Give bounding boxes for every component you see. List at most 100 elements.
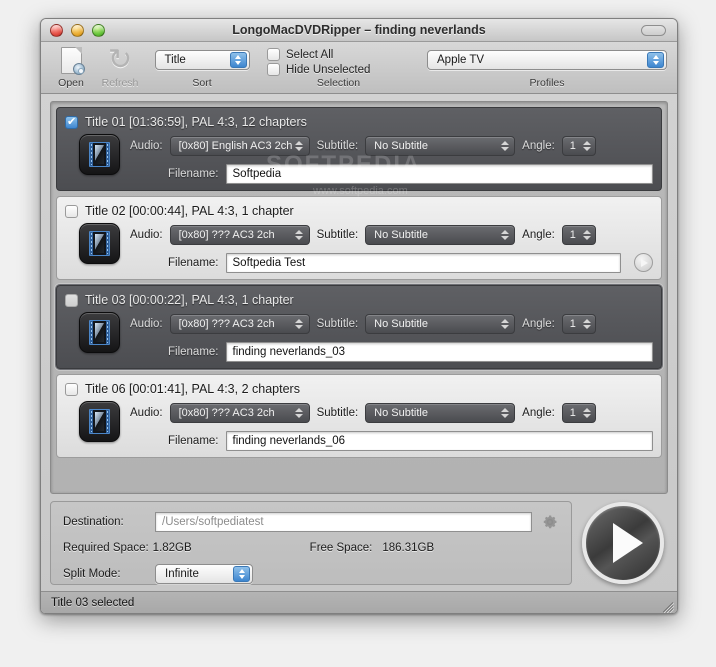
angle-select[interactable]: 1 — [561, 135, 596, 156]
chevron-updown-icon — [233, 566, 250, 582]
subtitle-label: Subtitle: — [316, 139, 359, 152]
angle-select[interactable]: 1 — [561, 224, 596, 245]
title-checkbox[interactable] — [65, 293, 78, 307]
filename-label: Filename: — [168, 434, 219, 447]
space-row: Required Space: 1.82GB Free Space: 186.3… — [63, 538, 559, 558]
title-checkbox[interactable] — [65, 382, 78, 396]
chevron-updown-icon — [295, 140, 304, 152]
filename-label: Filename: — [168, 345, 219, 358]
destination-input[interactable]: /Users/softpediatest — [155, 512, 532, 532]
title-checkbox[interactable] — [65, 204, 78, 218]
filename-input[interactable]: Softpedia — [225, 163, 653, 184]
audio-track-value: [0x80] English AC3 2ch — [178, 139, 293, 152]
film-strip-icon — [79, 401, 120, 442]
title-checkbox[interactable] — [65, 115, 78, 129]
angle-value: 1 — [569, 317, 576, 330]
table-row[interactable]: Title 01 [01:36:59], PAL 4:3, 12 chapter… — [56, 107, 662, 191]
angle-label: Angle: — [522, 317, 555, 330]
required-space-value: 1.82GB — [152, 542, 192, 554]
open-button[interactable]: Open — [49, 44, 93, 89]
title-row-body: Audio: [0x80] ??? AC3 2ch Subtitle: No S… — [65, 401, 653, 452]
hide-unselected-label: Hide Unselected — [286, 63, 371, 76]
split-mode-select[interactable]: Infinite — [155, 564, 253, 584]
angle-select[interactable]: 1 — [561, 313, 596, 334]
title-heading: Title 06 [00:01:41], PAL 4:3, 2 chapters — [85, 382, 300, 396]
angle-select[interactable]: 1 — [561, 402, 596, 423]
subtitle-value: No Subtitle — [374, 406, 428, 419]
chevron-updown-icon — [583, 318, 592, 330]
subtitle-label: Subtitle: — [316, 406, 359, 419]
filename-input[interactable]: finding neverlands_06 — [225, 430, 653, 451]
filename-label: Filename: — [168, 167, 219, 180]
open-button-label: Open — [58, 77, 84, 89]
audio-track-select[interactable]: [0x80] ??? AC3 2ch — [169, 224, 310, 245]
subtitle-select[interactable]: No Subtitle — [365, 135, 516, 156]
preview-play-button[interactable] — [634, 253, 653, 272]
split-mode-label: Split Mode: — [63, 568, 121, 580]
audio-track-value: [0x80] ??? AC3 2ch — [178, 317, 275, 330]
profile-select-value: Apple TV — [437, 54, 485, 66]
gear-icon[interactable] — [541, 513, 559, 531]
refresh-button[interactable]: ↻ Refresh — [93, 44, 147, 89]
resize-grip[interactable] — [660, 597, 674, 613]
title-row-body: Audio: [0x80] ??? AC3 2ch Subtitle: No S… — [65, 312, 653, 363]
filename-input[interactable]: finding neverlands_03 — [225, 341, 653, 362]
title-bar: LongoMacDVDRipper – finding neverlands — [41, 19, 677, 42]
profiles-group: Apple TV Profiles — [423, 44, 671, 89]
subtitle-select[interactable]: No Subtitle — [365, 402, 516, 423]
film-strip-icon — [79, 134, 120, 175]
audio-track-select[interactable]: [0x80] ??? AC3 2ch — [169, 313, 310, 334]
chevron-updown-icon — [500, 229, 509, 241]
free-space-label: Free Space: — [309, 542, 373, 554]
table-row[interactable]: Title 03 [00:00:22], PAL 4:3, 1 chapter … — [56, 285, 662, 369]
subtitle-label: Subtitle: — [316, 317, 359, 330]
split-mode-row: Split Mode: Infinite — [63, 564, 559, 584]
profiles-caption: Profiles — [529, 77, 565, 89]
title-row-body: Audio: [0x80] English AC3 2ch Subtitle: … — [65, 134, 653, 185]
status-text: Title 03 selected — [51, 596, 135, 609]
required-space-label: Required Space: — [63, 542, 149, 554]
open-document-disc-icon — [49, 44, 93, 76]
play-icon — [613, 523, 643, 563]
title-row-header: Title 02 [00:00:44], PAL 4:3, 1 chapter — [65, 203, 653, 219]
refresh-icon: ↻ — [107, 43, 133, 76]
destination-label: Destination: — [63, 516, 124, 528]
subtitle-value: No Subtitle — [374, 139, 428, 152]
title-row-header: Title 06 [00:01:41], PAL 4:3, 2 chapters — [65, 381, 653, 397]
toolbar: Open ↻ Refresh Title Sort Select All Hid… — [41, 42, 677, 94]
sort-select-value: Title — [164, 54, 186, 66]
angle-label: Angle: — [522, 228, 555, 241]
film-strip-icon — [79, 223, 120, 264]
audio-track-value: [0x80] ??? AC3 2ch — [178, 406, 275, 419]
output-panel: Destination: /Users/softpediatest Requir… — [50, 498, 668, 588]
subtitle-select[interactable]: No Subtitle — [365, 313, 516, 334]
toolbar-toggle-button[interactable] — [641, 25, 666, 36]
film-strip-icon — [79, 312, 120, 353]
hide-unselected-checkbox[interactable]: Hide Unselected — [267, 63, 426, 76]
sort-caption: Sort — [192, 77, 212, 89]
free-space-value: 186.31GB — [382, 542, 435, 554]
title-row-header: Title 01 [01:36:59], PAL 4:3, 12 chapter… — [65, 114, 653, 130]
sort-select[interactable]: Title — [154, 50, 250, 70]
title-heading: Title 03 [00:00:22], PAL 4:3, 1 chapter — [85, 293, 294, 307]
audio-label: Audio: — [130, 317, 163, 330]
audio-track-select[interactable]: [0x80] English AC3 2ch — [169, 135, 310, 156]
select-all-checkbox[interactable]: Select All — [267, 48, 426, 61]
audio-track-select[interactable]: [0x80] ??? AC3 2ch — [169, 402, 310, 423]
filename-input[interactable]: Softpedia Test — [225, 252, 621, 273]
subtitle-value: No Subtitle — [374, 228, 428, 241]
subtitle-value: No Subtitle — [374, 317, 428, 330]
table-row[interactable]: Title 06 [00:01:41], PAL 4:3, 2 chapters… — [56, 374, 662, 458]
chevron-updown-icon — [583, 229, 592, 241]
filename-label: Filename: — [168, 256, 219, 269]
audio-label: Audio: — [130, 139, 163, 152]
profile-select[interactable]: Apple TV — [427, 50, 667, 70]
select-all-checkbox-box — [267, 48, 280, 61]
table-row[interactable]: Title 02 [00:00:44], PAL 4:3, 1 chapter … — [56, 196, 662, 280]
sort-group: Title Sort — [147, 44, 257, 89]
subtitle-select[interactable]: No Subtitle — [365, 224, 516, 245]
start-ripping-button[interactable] — [582, 502, 664, 584]
status-bar: Title 03 selected — [41, 591, 677, 613]
title-list[interactable]: SOFTPEDIA www.softpedia.com Title 01 [01… — [50, 101, 668, 494]
window-title: LongoMacDVDRipper – finding neverlands — [232, 23, 486, 37]
